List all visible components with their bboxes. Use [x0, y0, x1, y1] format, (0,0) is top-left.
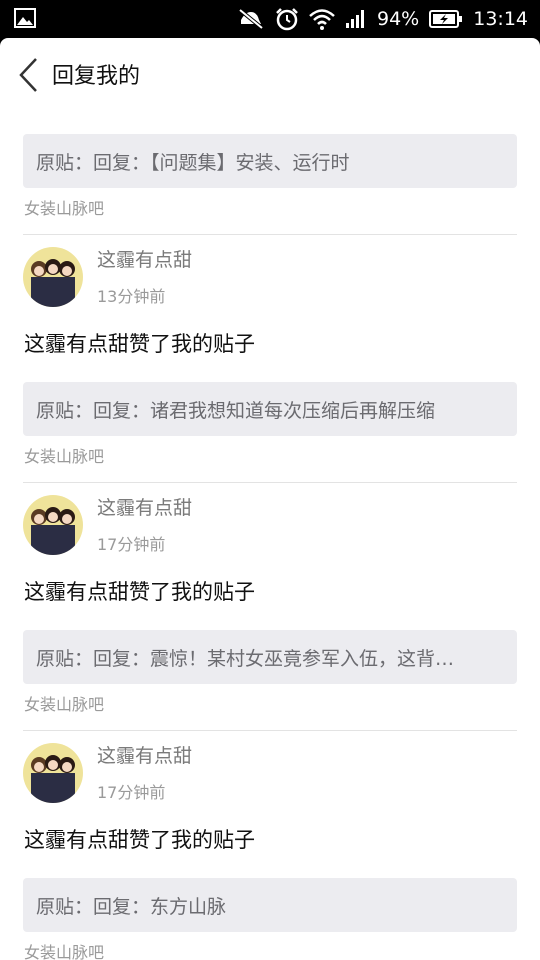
quote-bubble[interactable]: 原贴：回复：【问题集】安装、运行时: [23, 134, 517, 188]
status-bar: 94% 13:14: [0, 0, 540, 38]
quote-bubble[interactable]: 原贴：回复：震惊！某村女巫竟参军入伍，这背…: [23, 630, 517, 684]
status-icons: 94% 13:14: [237, 0, 528, 38]
timestamp: 17分钟前: [97, 535, 166, 554]
status-time: 13:14: [473, 8, 528, 30]
forum-name: 女装山脉吧: [24, 943, 105, 960]
chevron-left-icon[interactable]: [16, 56, 42, 94]
avatar-image: [23, 743, 83, 803]
quote-bubble[interactable]: 原贴：回复：东方山脉: [23, 878, 517, 932]
quote-text: 原贴：回复：诸君我想知道每次压缩后再解压缩: [36, 399, 436, 422]
wifi-icon: [309, 9, 335, 30]
forum-name: 女装山脉吧: [24, 695, 105, 714]
list-item[interactable]: 这霾有点甜 17分钟前 这霾有点甜赞了我的贴子 原贴：回复：震惊！某村女巫竟参军…: [0, 483, 540, 731]
list-item[interactable]: 这霾有点甜 17分钟前 这霾有点甜赞了我的贴子 原贴：回复：东方山脉 女装山脉吧: [0, 731, 540, 960]
gallery-icon: [14, 8, 36, 28]
action-text: 这霾有点甜赞了我的贴子: [24, 332, 255, 356]
user-name[interactable]: 这霾有点甜: [97, 493, 192, 520]
avatar[interactable]: [23, 743, 83, 803]
timestamp: 17分钟前: [97, 783, 166, 802]
header: 回复我的: [0, 38, 540, 110]
alarm-icon: [276, 8, 298, 31]
quote-text: 原贴：回复：【问题集】安装、运行时: [36, 151, 350, 174]
list-item[interactable]: 这霾有点甜 13分钟前 这霾有点甜赞了我的贴子 原贴：回复：诸君我想知道每次压缩…: [0, 235, 540, 483]
page-title: 回复我的: [52, 64, 141, 89]
quote-text: 原贴：回复：震惊！某村女巫竟参军入伍，这背…: [36, 647, 455, 670]
battery-charging-icon: [429, 10, 463, 28]
avatar-image: [23, 247, 83, 307]
mute-icon: [238, 8, 264, 30]
user-name[interactable]: 这霾有点甜: [97, 741, 192, 768]
quote-bubble[interactable]: 原贴：回复：诸君我想知道每次压缩后再解压缩: [23, 382, 517, 436]
forum-name: 女装山脉吧: [24, 447, 105, 466]
avatar[interactable]: [23, 495, 83, 555]
user-name[interactable]: 这霾有点甜: [97, 245, 192, 272]
quote-text: 原贴：回复：东方山脉: [36, 895, 227, 918]
avatar-image: [23, 495, 83, 555]
avatar[interactable]: [23, 247, 83, 307]
forum-name: 女装山脉吧: [24, 199, 105, 218]
action-text: 这霾有点甜赞了我的贴子: [24, 580, 255, 604]
action-text: 这霾有点甜赞了我的贴子: [24, 828, 255, 852]
timestamp: 13分钟前: [97, 287, 166, 306]
list-item[interactable]: 原贴：回复：【问题集】安装、运行时 女装山脉吧: [0, 134, 540, 235]
screen: 94% 13:14 回复我的 原贴：回复：【问题集】安装、运行时 女装山脉吧 这…: [0, 0, 540, 960]
signal-icon: [346, 10, 364, 28]
battery-percent: 94%: [377, 8, 420, 30]
reply-list: 原贴：回复：【问题集】安装、运行时 女装山脉吧 这霾有点甜 13分钟前 这霾有点…: [0, 134, 540, 960]
app-content: 回复我的 原贴：回复：【问题集】安装、运行时 女装山脉吧 这霾有点甜 13分钟前…: [0, 38, 540, 960]
